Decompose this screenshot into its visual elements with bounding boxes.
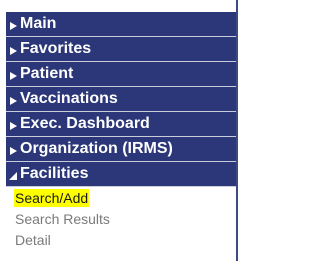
menu-item-facilities[interactable]: Facilities <box>6 162 236 187</box>
triangle-down-icon <box>6 172 20 180</box>
menu-item-main[interactable]: Main <box>6 12 236 37</box>
menu-item-label: Exec. Dashboard <box>20 115 150 132</box>
submenu-item-label: Search Results <box>15 210 110 227</box>
menu-item-label: Facilities <box>20 165 89 182</box>
menu-item-patient[interactable]: Patient <box>6 62 236 87</box>
menu-item-exec-dashboard[interactable]: Exec. Dashboard <box>6 112 236 137</box>
menu-item-vaccinations[interactable]: Vaccinations <box>6 87 236 112</box>
triangle-right-icon <box>6 72 20 80</box>
menu-item-label: Favorites <box>20 40 92 57</box>
triangle-right-icon <box>6 122 20 130</box>
menu-item-label: Vaccinations <box>20 90 118 107</box>
submenu-item-label: Detail <box>15 231 51 248</box>
submenu-item-detail[interactable]: Detail <box>6 229 236 250</box>
navigation-menu: Main Favorites Patient Vaccinations Exec <box>6 12 236 250</box>
menu-item-organization[interactable]: Organization (IRMS) <box>6 137 236 162</box>
triangle-right-icon <box>6 47 20 55</box>
navigation-panel: Main Favorites Patient Vaccinations Exec <box>0 0 238 261</box>
triangle-right-icon <box>6 147 20 155</box>
submenu-item-search-results[interactable]: Search Results <box>6 208 236 229</box>
submenu-item-search-add[interactable]: Search/Add <box>6 187 236 208</box>
menu-item-favorites[interactable]: Favorites <box>6 37 236 62</box>
menu-item-label: Organization (IRMS) <box>20 140 173 157</box>
menu-item-label: Patient <box>20 65 74 82</box>
triangle-right-icon <box>6 22 20 30</box>
facilities-submenu-container: Search/Add Search Results Detail <box>6 187 236 250</box>
facilities-submenu: Search/Add Search Results Detail <box>6 187 236 250</box>
menu-item-label: Main <box>20 15 57 32</box>
submenu-item-label: Search/Add <box>14 188 90 207</box>
triangle-right-icon <box>6 97 20 105</box>
